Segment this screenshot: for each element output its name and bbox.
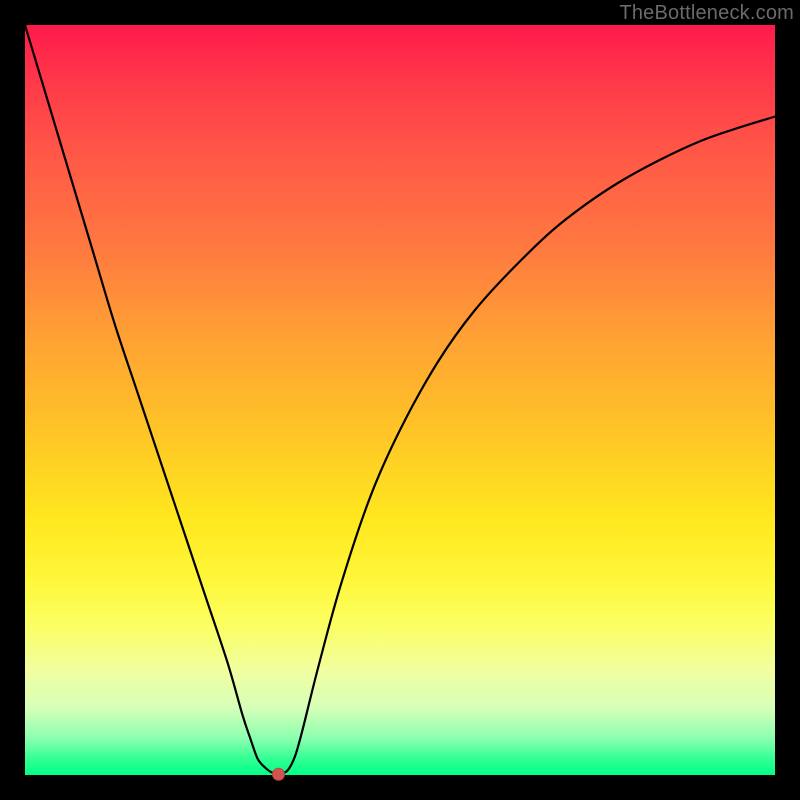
watermark-label: TheBottleneck.com	[619, 2, 794, 25]
minimum-point-dot	[273, 768, 285, 780]
chart-container: TheBottleneck.com	[0, 0, 800, 800]
bottleneck-curve-svg	[25, 25, 775, 775]
plot-area	[25, 25, 775, 775]
bottleneck-curve-path	[25, 25, 775, 774]
